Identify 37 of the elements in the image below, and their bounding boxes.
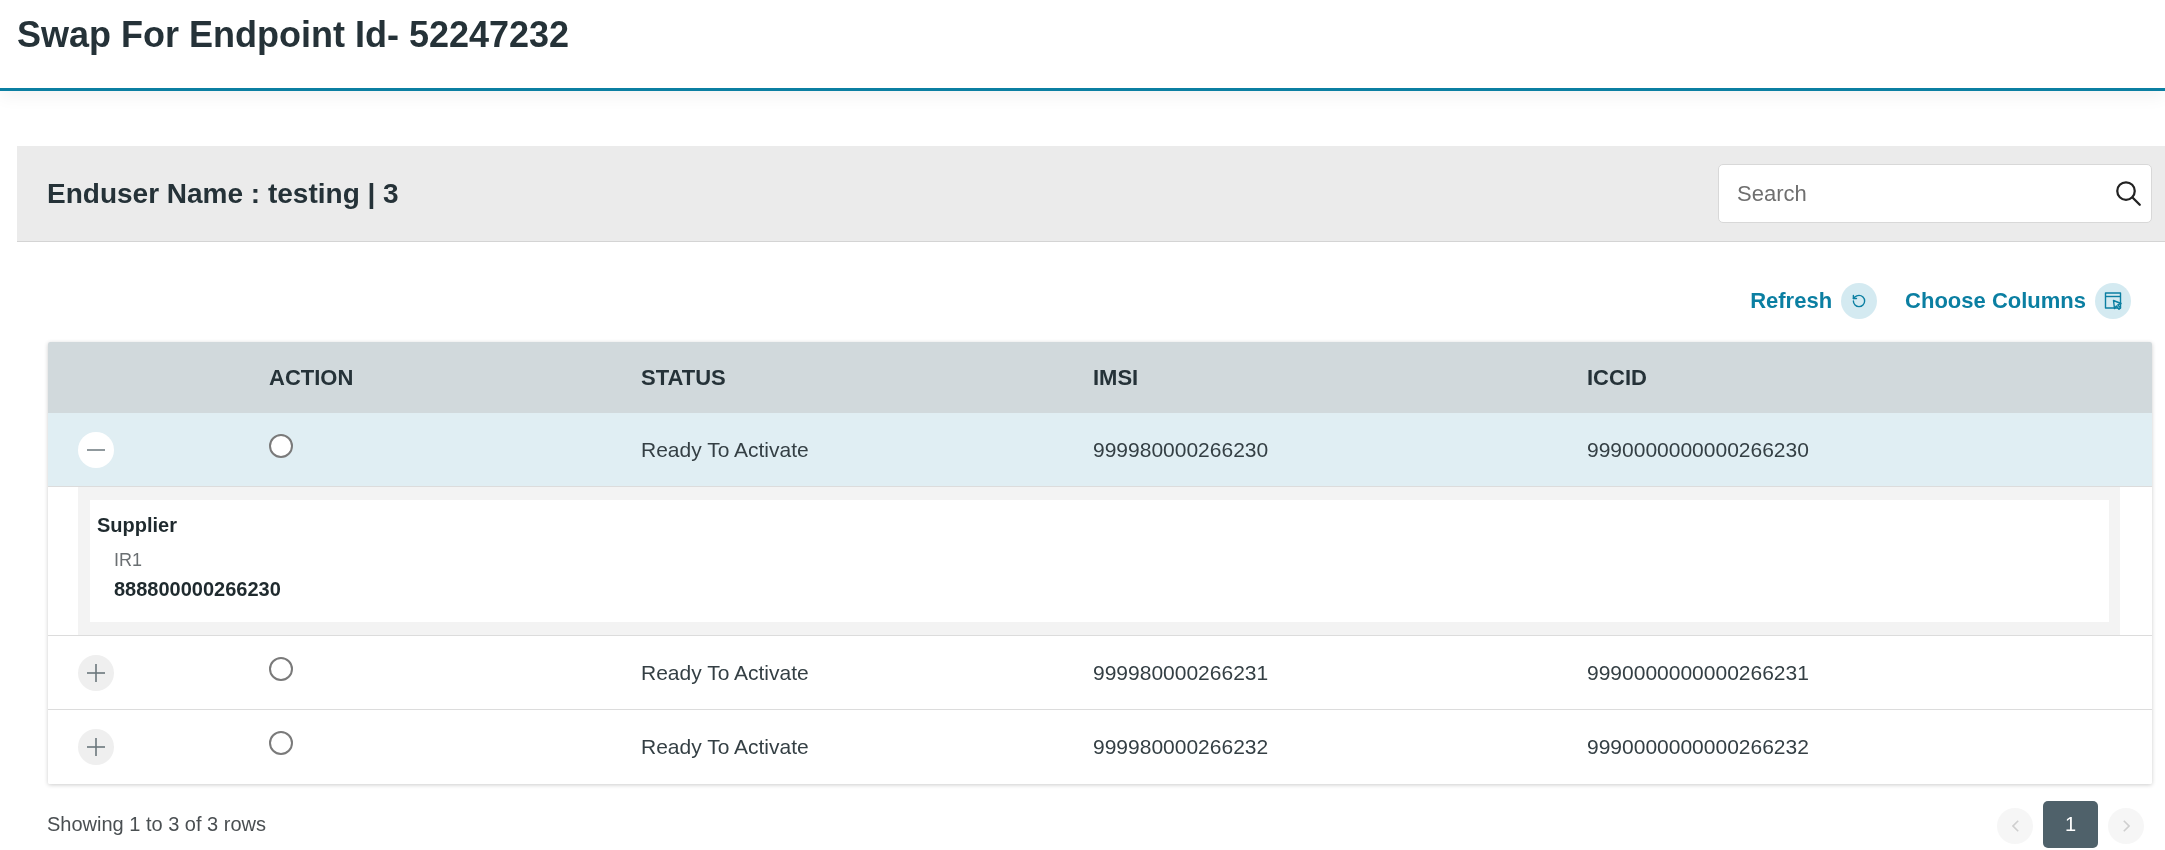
details-title: Supplier — [97, 513, 177, 537]
table-cell: Ready To Activate — [641, 735, 809, 759]
plus-icon — [87, 663, 105, 682]
chevron-left-icon — [2011, 820, 2019, 832]
radio-button[interactable] — [269, 656, 293, 681]
refresh-icon — [1841, 283, 1878, 319]
table-cell: 9990000000000266230 — [1587, 437, 1809, 462]
table-cell: Ready To Activate — [641, 437, 809, 462]
details-label: IR1 — [114, 549, 142, 571]
choose-columns-button[interactable]: Choose Columns — [1905, 283, 2131, 319]
collapse-button[interactable] — [78, 431, 114, 468]
page-title: Swap For Endpoint Id- 52247232 — [17, 13, 570, 57]
plus-icon — [87, 738, 105, 756]
column-header: ACTION — [269, 364, 354, 391]
column-header: STATUS — [641, 364, 726, 391]
search-field[interactable]: Search — [1718, 164, 2152, 223]
table-cell: 9990000000000266231 — [1587, 660, 1809, 685]
table-cell: 999980000266231 — [1093, 660, 1269, 685]
chevron-right-icon — [2122, 820, 2130, 832]
table-cell: 9990000000000266232 — [1587, 735, 1809, 759]
page-button[interactable]: 1 — [2043, 801, 2098, 848]
window-cursor-icon — [2095, 283, 2131, 319]
pagination-summary: Showing 1 to 3 of 3 rows — [47, 813, 266, 836]
search-icon — [2116, 181, 2141, 206]
radio-button[interactable] — [269, 731, 293, 755]
refresh-button[interactable]: Refresh — [1750, 283, 1878, 319]
radio-button[interactable] — [269, 433, 293, 458]
expand-button[interactable] — [78, 729, 114, 765]
enduser-name: Enduser Name : testing | 3 — [47, 177, 399, 210]
column-header: IMSI — [1093, 364, 1139, 391]
details-value: 888800000266230 — [114, 577, 281, 601]
expand-button[interactable] — [78, 654, 114, 691]
column-header: ICCID — [1587, 364, 1647, 391]
table-cell: 999980000266230 — [1093, 437, 1269, 462]
minus-icon — [87, 448, 105, 451]
table-cell: Ready To Activate — [641, 660, 809, 685]
table-cell: 999980000266232 — [1093, 735, 1269, 759]
